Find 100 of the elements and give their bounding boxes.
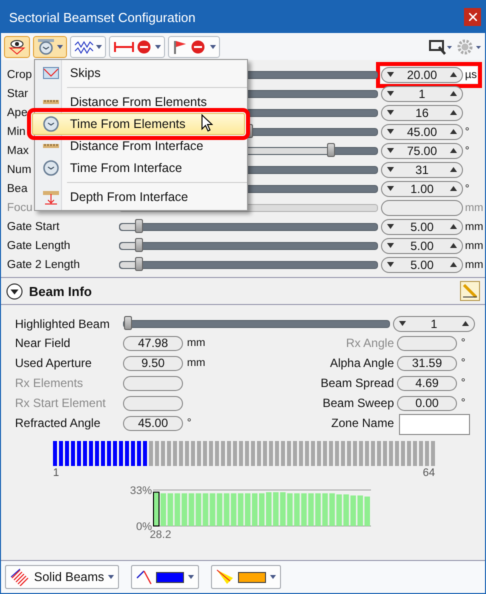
- depth-ruler-icon: [43, 189, 59, 205]
- down-arrow-icon[interactable]: [387, 72, 394, 77]
- down-arrow-icon[interactable]: [387, 91, 394, 96]
- unit-label: mm: [464, 240, 484, 252]
- menu-item[interactable]: Distance From Elements: [37, 91, 245, 113]
- up-arrow-icon[interactable]: [450, 224, 457, 229]
- readout-field: 45.00: [123, 416, 183, 430]
- dropdown-button[interactable]: Solid Beams: [5, 565, 120, 589]
- up-arrow-icon[interactable]: [450, 72, 457, 77]
- monitor-wrench-icon[interactable]: [429, 38, 453, 54]
- slider-thumb[interactable]: [326, 142, 335, 156]
- fill-beam-icon: [216, 569, 234, 585]
- number-spinner[interactable]: 5.00: [381, 238, 463, 254]
- dropdown-button[interactable]: [131, 565, 200, 589]
- unit-label: °: [186, 417, 192, 429]
- field-label: Zone Name: [331, 416, 395, 430]
- number-spinner[interactable]: 20.00: [381, 66, 463, 82]
- section-header[interactable]: Beam Info: [1, 278, 485, 305]
- menu-item[interactable]: Depth From Interface: [37, 186, 245, 208]
- field-label: Beam Sweep: [322, 396, 395, 410]
- up-arrow-icon[interactable]: [450, 243, 457, 248]
- axis-label: 64: [422, 467, 435, 479]
- number-spinner[interactable]: 1: [393, 316, 475, 332]
- slider-thumb[interactable]: [134, 218, 143, 232]
- readout-field: [397, 336, 457, 350]
- unit-label: mm: [186, 357, 206, 369]
- parameter-label: Min: [7, 126, 26, 138]
- up-arrow-icon[interactable]: [450, 262, 457, 267]
- down-arrow-icon[interactable]: [387, 148, 394, 153]
- caret-icon: [188, 575, 194, 579]
- skips-icon: [43, 67, 59, 79]
- unit-label: °: [464, 182, 470, 194]
- down-arrow-icon[interactable]: [387, 110, 394, 115]
- parameter-label: Max: [7, 144, 29, 156]
- close-button[interactable]: [464, 8, 481, 26]
- parameter-label: Focu: [7, 202, 33, 214]
- up-arrow-icon[interactable]: [450, 129, 457, 134]
- down-arrow-icon[interactable]: [387, 224, 394, 229]
- up-arrow-icon[interactable]: [450, 148, 457, 153]
- toolbar-button[interactable]: [70, 36, 106, 58]
- caret-icon: [108, 575, 114, 579]
- up-arrow-icon[interactable]: [450, 167, 457, 172]
- cursor-icon: [201, 114, 213, 132]
- menu-item[interactable]: Time From Interface: [37, 157, 245, 179]
- parameter-label: Ape: [7, 106, 28, 118]
- down-arrow-icon[interactable]: [387, 129, 394, 134]
- readout-field: 9.50: [123, 356, 183, 370]
- dropdown-button[interactable]: [211, 565, 282, 589]
- down-arrow-icon[interactable]: [399, 321, 406, 326]
- readout-field: [123, 396, 183, 410]
- bar-value-label: 28.2: [150, 529, 172, 541]
- toolbar-button[interactable]: [4, 36, 30, 58]
- readout-field: 0.00: [397, 396, 457, 410]
- window-title: Sectorial Beamset Configuration: [9, 10, 196, 24]
- field-label: Beam Spread: [320, 376, 395, 390]
- slider-thumb[interactable]: [124, 316, 132, 330]
- up-arrow-icon[interactable]: [450, 186, 457, 191]
- field-label: Rx Angle: [346, 336, 395, 350]
- number-spinner[interactable]: 31: [381, 162, 463, 178]
- down-arrow-icon[interactable]: [387, 167, 394, 172]
- down-arrow-icon[interactable]: [387, 243, 394, 248]
- parameter-label: Num: [7, 164, 32, 176]
- unit-label: µs: [464, 68, 477, 80]
- toolbar-button[interactable]: [33, 36, 67, 58]
- parameter-label: Gate Length: [7, 240, 70, 252]
- collapse-icon[interactable]: [6, 282, 23, 300]
- ruler-icon: [43, 99, 59, 105]
- up-arrow-icon[interactable]: [462, 321, 469, 326]
- parameter-label: Star: [7, 88, 28, 100]
- parameter-label: Crop: [7, 68, 32, 80]
- field-label: Rx Elements: [15, 376, 84, 390]
- slider-thumb[interactable]: [134, 256, 143, 270]
- field-label: Alpha Angle: [330, 356, 395, 370]
- readout-field: [123, 376, 183, 390]
- line-icon: [136, 569, 152, 585]
- unit-label: mm: [186, 337, 206, 349]
- number-spinner[interactable]: 5.00: [381, 256, 463, 272]
- up-arrow-icon[interactable]: [450, 91, 457, 96]
- pencil-ruler-icon[interactable]: [460, 281, 480, 301]
- down-arrow-icon[interactable]: [387, 186, 394, 191]
- number-spinner[interactable]: 75.00: [381, 142, 463, 158]
- number-spinner[interactable]: 45.00: [381, 124, 463, 140]
- number-spinner[interactable]: 5.00: [381, 218, 463, 234]
- down-arrow-icon[interactable]: [387, 262, 394, 267]
- wave-icon: [74, 40, 94, 54]
- number-spinner[interactable]: 1.00: [381, 180, 463, 196]
- caret-icon: [270, 575, 276, 579]
- field-label: Highlighted Beam: [15, 316, 110, 330]
- clock-icon: [37, 38, 55, 54]
- caret-icon: [210, 44, 216, 48]
- menu-item[interactable]: Skips: [37, 62, 245, 84]
- gate-stop-icon: [113, 38, 153, 54]
- number-spinner[interactable]: 1: [381, 86, 463, 102]
- menu-item[interactable]: Distance From Interface: [37, 135, 245, 157]
- slider-thumb[interactable]: [134, 238, 143, 252]
- unit-label: mm: [464, 258, 484, 270]
- number-spinner[interactable]: 16: [381, 104, 463, 120]
- axis-label: 33%: [130, 485, 152, 497]
- up-arrow-icon[interactable]: [450, 110, 457, 115]
- input-field[interactable]: [399, 414, 470, 435]
